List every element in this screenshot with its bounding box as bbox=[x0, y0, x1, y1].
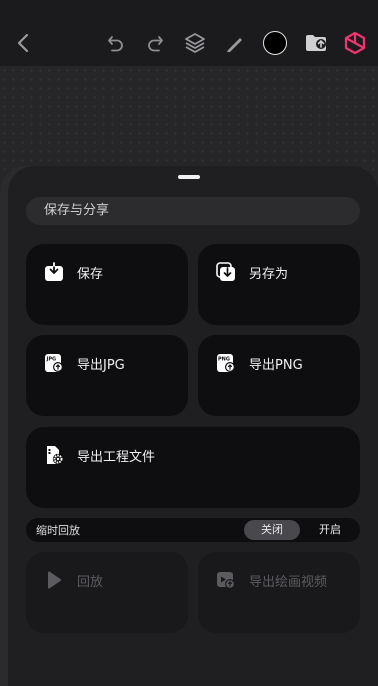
svg-text:PNG: PNG bbox=[218, 357, 230, 363]
replay-label: 回放 bbox=[77, 575, 104, 590]
back-icon[interactable] bbox=[8, 28, 38, 58]
jpg-file-icon: JPG bbox=[45, 354, 63, 372]
save-as-label: 另存为 bbox=[249, 267, 289, 282]
color-swatch[interactable] bbox=[263, 31, 287, 55]
export-png-label: 导出PNG bbox=[249, 358, 303, 373]
brush-icon[interactable] bbox=[220, 28, 250, 58]
project-file-gear-icon bbox=[47, 446, 64, 465]
section-title: 保存与分享 bbox=[26, 197, 360, 225]
export-jpg-button[interactable]: JPG 导出JPG bbox=[26, 335, 188, 416]
top-toolbar bbox=[0, 0, 378, 66]
timelapse-on-option[interactable]: 开启 bbox=[302, 520, 358, 540]
import-folder-icon[interactable] bbox=[301, 28, 331, 58]
timelapse-row: 缩时回放 关闭 开启 bbox=[26, 518, 360, 542]
redo-icon[interactable] bbox=[140, 28, 170, 58]
replay-button[interactable]: 回放 bbox=[26, 552, 188, 633]
export-video-label: 导出绘画视频 bbox=[249, 575, 328, 590]
export-jpg-label: 导出JPG bbox=[77, 358, 125, 373]
layers-icon[interactable] bbox=[180, 28, 210, 58]
timelapse-off-option[interactable]: 关闭 bbox=[244, 520, 300, 540]
save-button[interactable]: 保存 bbox=[26, 244, 188, 325]
export-video-button[interactable]: 导出绘画视频 bbox=[198, 552, 360, 633]
app-logo-icon[interactable] bbox=[340, 28, 370, 58]
sheet-grabber[interactable] bbox=[178, 175, 200, 179]
export-project-label: 导出工程文件 bbox=[77, 450, 156, 465]
export-png-button[interactable]: PNG 导出PNG bbox=[198, 335, 360, 416]
undo-icon[interactable] bbox=[101, 28, 131, 58]
play-icon bbox=[48, 571, 61, 589]
save-label: 保存 bbox=[77, 267, 104, 282]
save-icon bbox=[45, 262, 63, 281]
timelapse-label: 缩时回放 bbox=[36, 524, 80, 537]
save-as-icon bbox=[216, 262, 235, 281]
png-file-icon: PNG bbox=[217, 354, 235, 372]
export-project-button[interactable]: 导出工程文件 bbox=[26, 427, 360, 508]
save-as-button[interactable]: 另存为 bbox=[198, 244, 360, 325]
video-export-icon bbox=[217, 572, 235, 589]
svg-text:JPG: JPG bbox=[46, 357, 57, 363]
